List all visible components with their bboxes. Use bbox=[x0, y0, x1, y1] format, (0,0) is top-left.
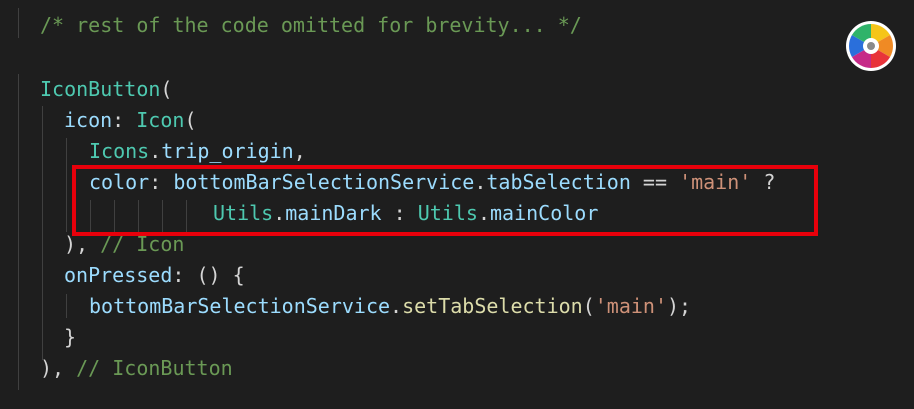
code-token: trip_origin bbox=[161, 139, 294, 163]
code-token: onPressed bbox=[64, 263, 173, 287]
code-line-11[interactable]: } bbox=[64, 322, 76, 353]
code-token: . bbox=[149, 139, 162, 163]
code-token: . bbox=[390, 294, 403, 318]
code-line-1[interactable]: /* rest of the code omitted for brevity.… bbox=[40, 10, 582, 41]
code-line-5[interactable]: Icons.trip_origin, bbox=[89, 136, 306, 167]
code-token: } bbox=[64, 325, 77, 349]
code-line-4[interactable]: icon: Icon( bbox=[64, 105, 196, 136]
indent-guide bbox=[66, 138, 67, 232]
code-token: /* rest of the code omitted for brevity.… bbox=[40, 13, 582, 37]
code-token: Icons bbox=[89, 139, 150, 163]
code-token: IconButton bbox=[40, 77, 161, 101]
code-token: setTabSelection bbox=[402, 294, 583, 318]
code-editor[interactable]: /* rest of the code omitted for brevity.… bbox=[0, 0, 914, 409]
color-wheel-icon[interactable] bbox=[845, 20, 897, 72]
indent-guide bbox=[18, 74, 19, 390]
code-line-3[interactable]: IconButton( bbox=[40, 74, 172, 105]
code-token: // IconButton bbox=[76, 356, 233, 380]
indent-guide bbox=[66, 294, 67, 318]
code-line-9[interactable]: onPressed: () { bbox=[64, 260, 245, 291]
code-token: : () { bbox=[172, 263, 245, 287]
code-token: icon bbox=[64, 108, 113, 132]
indent-guide bbox=[18, 8, 19, 38]
code-token: ( bbox=[160, 77, 173, 101]
color-wheel-svg bbox=[846, 21, 896, 71]
code-token: 'main' bbox=[594, 294, 667, 318]
code-line-10[interactable]: bottomBarSelectionService.setTabSelectio… bbox=[89, 291, 691, 322]
code-token: : bbox=[112, 108, 137, 132]
code-token: ( bbox=[582, 294, 595, 318]
code-line-12[interactable]: ), // IconButton bbox=[40, 353, 233, 384]
highlight-annotation-box bbox=[72, 165, 818, 236]
code-token: bottomBarSelectionService bbox=[89, 294, 391, 318]
code-token: ); bbox=[667, 294, 692, 318]
indent-guide bbox=[42, 106, 43, 360]
code-token: ), bbox=[40, 356, 77, 380]
code-token: Icon bbox=[136, 108, 185, 132]
code-token: ( bbox=[184, 108, 197, 132]
code-token: , bbox=[293, 139, 306, 163]
